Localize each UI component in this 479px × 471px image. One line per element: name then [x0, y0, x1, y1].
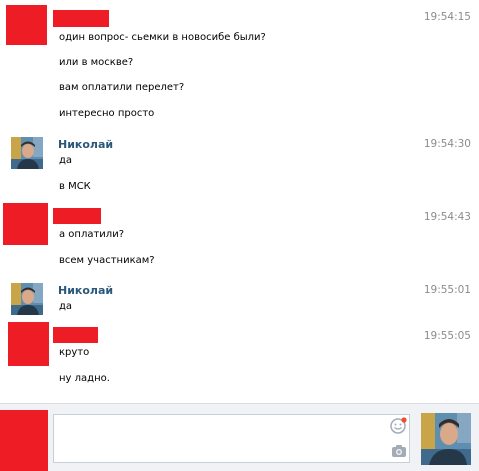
message-text: вам оплатили перелет? [59, 82, 185, 93]
message-text: в МСК [59, 181, 91, 192]
author-name-redacted[interactable] [53, 10, 109, 27]
message-text: да [59, 155, 73, 166]
message-text: один вопрос- сьемки в новосибе были? [59, 32, 266, 43]
message-text: а оплатили? [59, 229, 125, 240]
avatar-photo-icon [11, 283, 43, 315]
author-name[interactable]: Николай [58, 138, 113, 151]
avatar-redacted[interactable] [6, 5, 47, 45]
message-timestamp: 19:54:43 [423, 211, 471, 223]
avatar-redacted[interactable] [3, 203, 48, 245]
message-text: или в москве? [59, 57, 134, 68]
avatar-photo-icon [421, 413, 471, 465]
message-timestamp: 19:55:05 [423, 330, 471, 342]
message-text: да [59, 301, 73, 312]
camera-icon[interactable] [390, 442, 408, 460]
message-timestamp: 19:54:30 [423, 138, 471, 150]
message-input[interactable] [53, 414, 410, 463]
message-text: ну ладно. [59, 373, 110, 384]
chat-history: 19:54:15 один вопрос- сьемки в новосибе … [0, 0, 479, 403]
avatar[interactable] [11, 137, 43, 169]
author-name-redacted[interactable] [53, 327, 98, 343]
avatar[interactable] [11, 283, 43, 315]
own-avatar-redacted[interactable] [0, 410, 48, 471]
message-timestamp: 19:55:01 [423, 284, 471, 296]
message-timestamp: 19:54:15 [423, 11, 471, 23]
message-composer [0, 403, 479, 471]
message-text: интересно просто [59, 108, 155, 119]
avatar-redacted[interactable] [8, 322, 49, 366]
author-name[interactable]: Николай [58, 284, 113, 297]
author-name-redacted[interactable] [53, 208, 101, 224]
smile-icon[interactable] [389, 417, 407, 435]
recipient-avatar[interactable] [421, 413, 471, 465]
message-text: всем участникам? [59, 255, 155, 266]
avatar-photo-icon [11, 137, 43, 169]
message-text: круто [59, 347, 90, 358]
